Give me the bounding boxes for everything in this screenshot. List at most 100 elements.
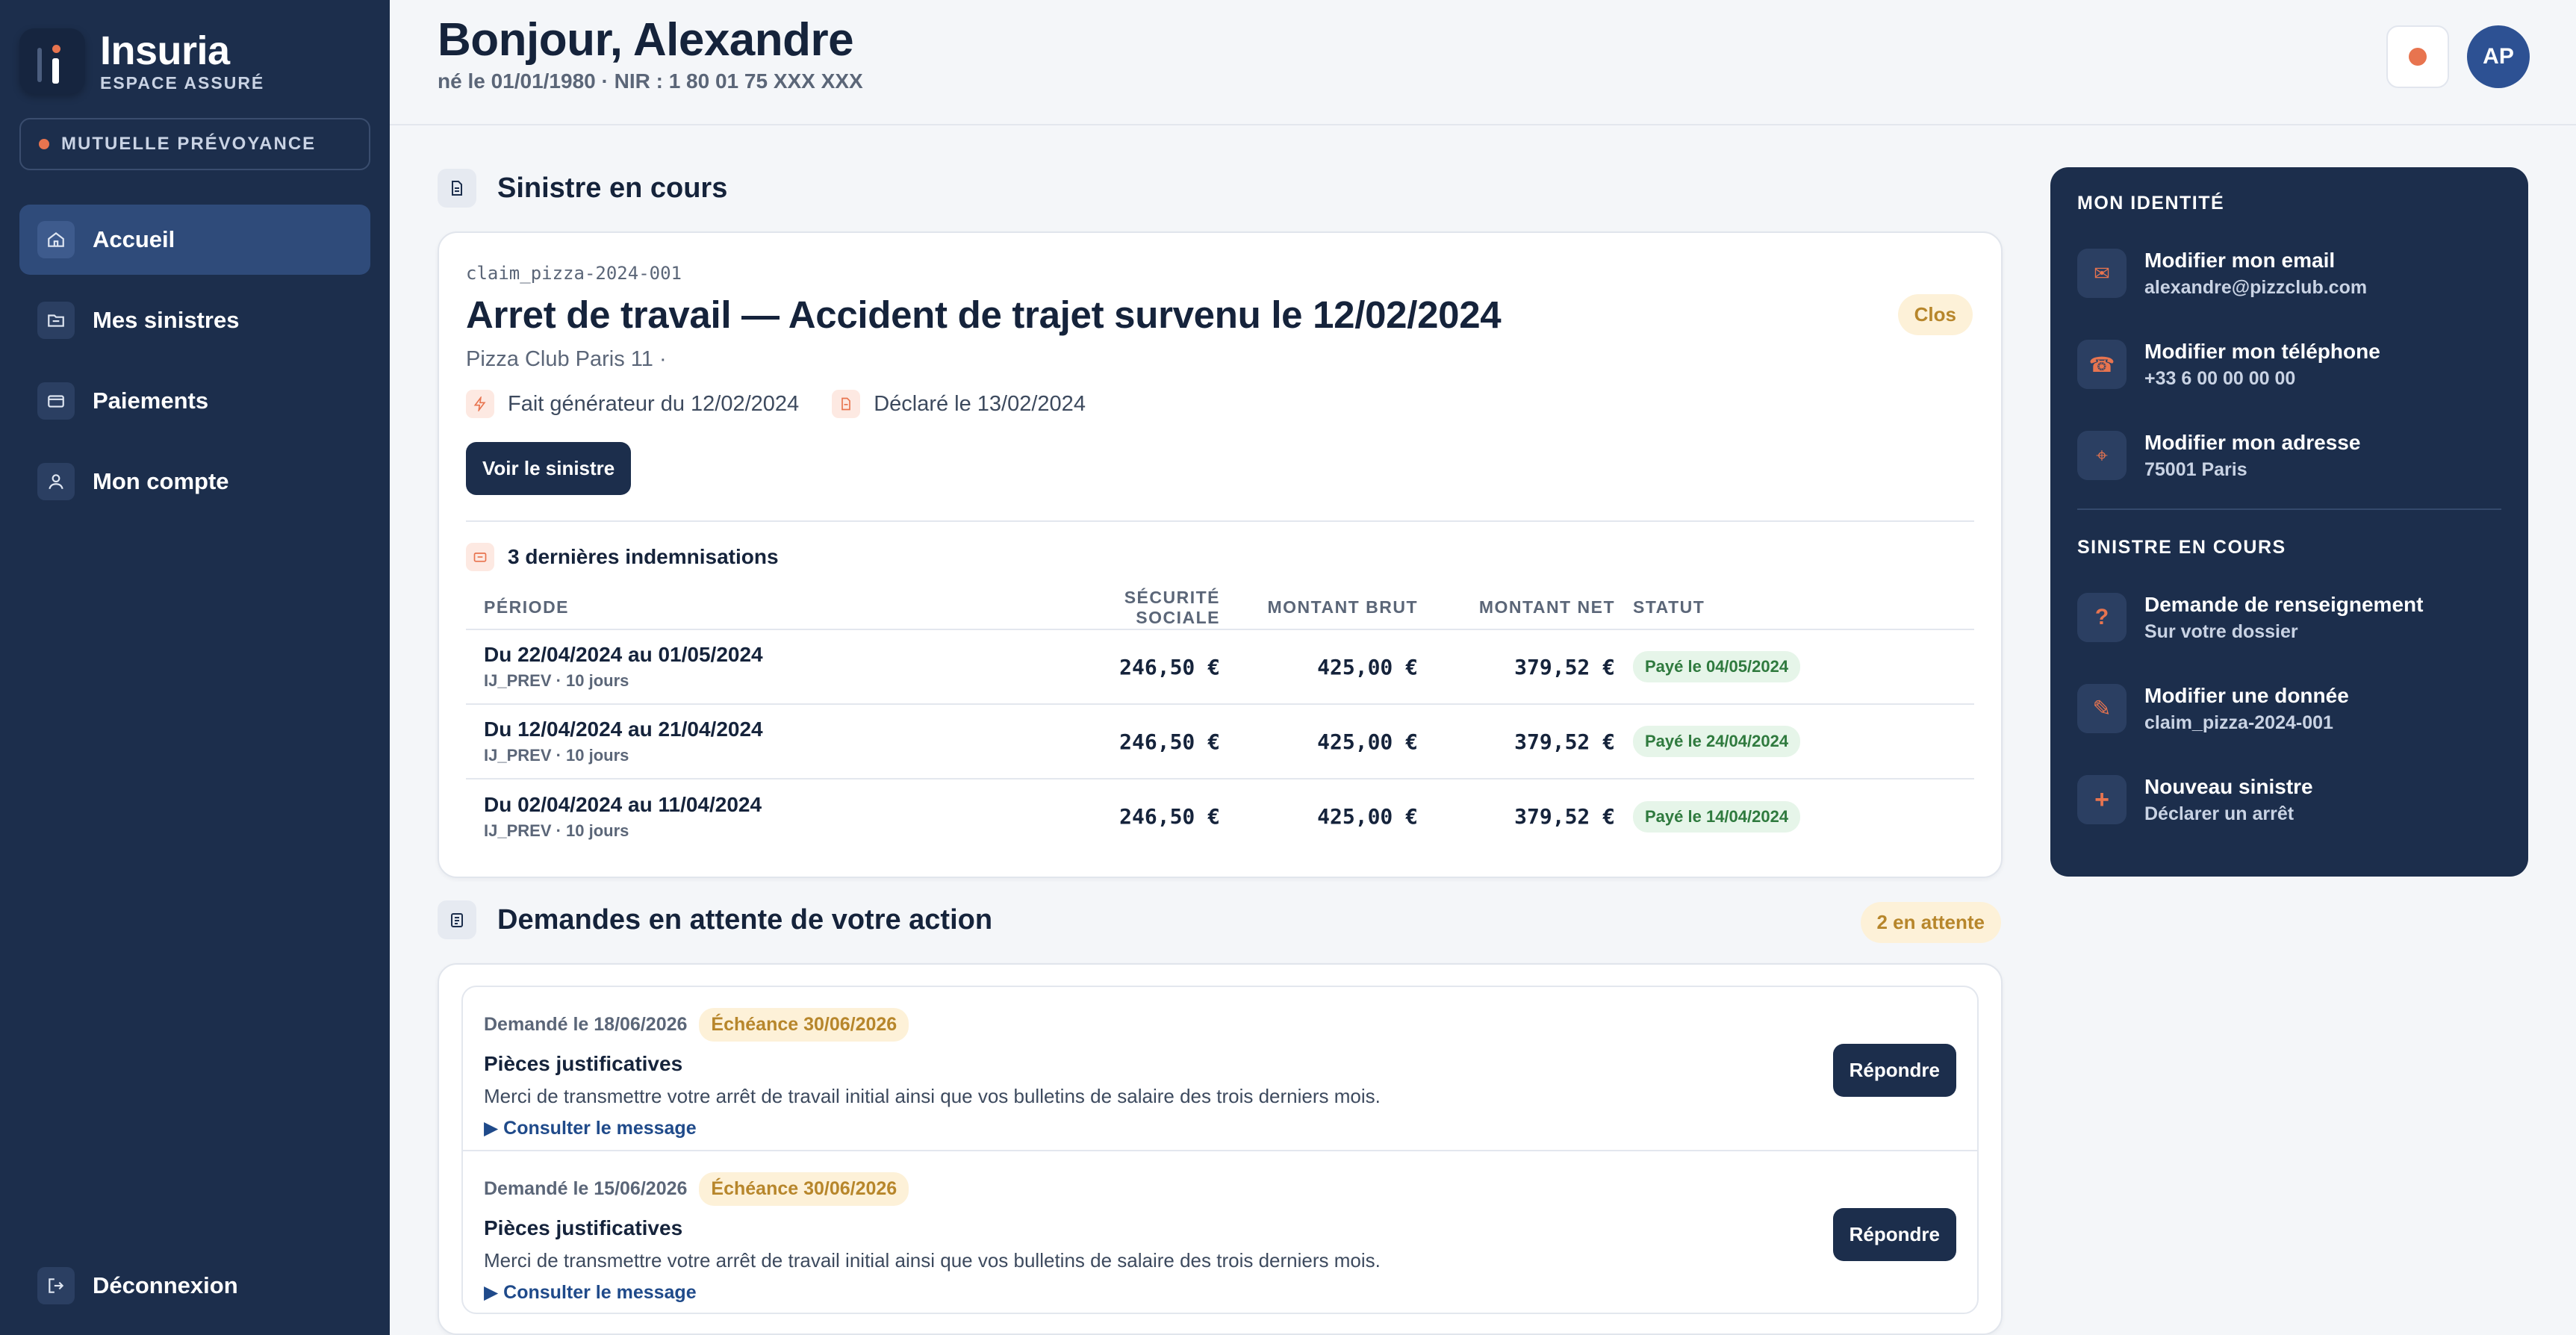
folder-icon — [37, 302, 75, 339]
column-header: PÉRIODE — [466, 586, 1048, 630]
request-description: Merci de transmettre votre arrêt de trav… — [484, 1249, 1381, 1272]
logout-label: Déconnexion — [93, 1272, 238, 1298]
edit-email-action[interactable]: ✉ Modifier mon email alexandre@pizzclub.… — [2077, 228, 2501, 319]
logout-button[interactable]: Déconnexion — [19, 1256, 238, 1316]
securite-sociale-amount: 246,50 € — [1048, 629, 1220, 705]
action-title: Demande de renseignement — [2144, 592, 2424, 616]
column-header: SÉCURITÉ SOCIALE — [1048, 586, 1220, 630]
claim-id: claim_pizza-2024-001 — [466, 263, 682, 284]
gross-amount: 425,00 € — [1220, 704, 1418, 779]
view-message-link[interactable]: ▶ Consulter le message — [484, 1117, 1956, 1139]
section-title: Sinistre en cours — [497, 172, 728, 204]
information-request-action[interactable]: ? Demande de renseignement Sur votre dos… — [2077, 572, 2501, 663]
table-header-row: PÉRIODE SÉCURITÉ SOCIALE MONTANT BRUT MO… — [466, 586, 1974, 630]
request-description: Merci de transmettre votre arrêt de trav… — [484, 1085, 1381, 1107]
period-label: Du 22/04/2024 au 01/05/2024 — [484, 643, 763, 666]
claim-card: claim_pizza-2024-001 Arret de travail — … — [438, 231, 2003, 878]
avatar[interactable]: AP — [2467, 25, 2530, 88]
sidebar-item-mes-sinistres[interactable]: Mes sinistres — [19, 285, 370, 355]
claim-title: Arret de travail — Accident de trajet su… — [466, 293, 1502, 336]
period-detail: IJ_PREV · 10 jours — [484, 746, 629, 765]
page-header: Bonjour, Alexandre né le 01/01/1980 · NI… — [438, 13, 863, 93]
action-title: Nouveau sinistre — [2144, 774, 2313, 798]
header-divider — [390, 124, 2576, 125]
sidebar-item-accueil[interactable]: Accueil — [19, 205, 370, 275]
notification-dot-icon — [2409, 48, 2427, 66]
action-title: Modifier mon adresse — [2144, 430, 2361, 454]
phone-icon: ☎ — [2077, 340, 2127, 389]
view-message-link[interactable]: ▶ Consulter le message — [484, 1281, 1956, 1304]
action-subtitle: Sur votre dossier — [2144, 620, 2298, 642]
status-dot-icon — [39, 139, 49, 149]
sidebar-item-label: Mes sinistres — [93, 307, 240, 333]
action-subtitle: claim_pizza-2024-001 — [2144, 712, 2333, 733]
due-date-badge: Échéance 30/06/2026 — [699, 1008, 909, 1042]
brand-subtitle: ESPACE ASSURÉ — [100, 72, 265, 93]
sidebar-nav: Accueil Mes sinistres Paiements Mon comp… — [0, 205, 390, 527]
page-title: Bonjour, Alexandre — [438, 14, 854, 66]
lightning-icon — [466, 390, 494, 418]
edit-phone-action[interactable]: ☎ Modifier mon téléphone +33 6 00 00 00 … — [2077, 319, 2501, 410]
pencil-icon: ✎ — [2077, 684, 2127, 733]
reply-button[interactable]: Répondre — [1832, 1208, 1956, 1261]
sidebar-item-paiements[interactable]: Paiements — [19, 366, 370, 436]
header-actions: AP — [2386, 25, 2530, 88]
status-badge: Payé le 24/04/2024 — [1633, 726, 1801, 757]
plus-icon: + — [2077, 775, 2127, 824]
action-subtitle: 75001 Paris — [2144, 458, 2247, 480]
sidebar-item-label: Paiements — [93, 388, 209, 414]
sidebar-item-label: Accueil — [93, 226, 175, 252]
document-icon — [832, 390, 861, 418]
request-title: Pièces justificatives — [484, 1216, 683, 1239]
request-date: Demandé le 18/06/2026 — [484, 1014, 688, 1035]
sidebar-item-label: Mon compte — [93, 468, 229, 494]
net-amount: 379,52 € — [1514, 804, 1615, 829]
claim-declared-date: Déclaré le 13/02/2024 — [874, 391, 1086, 416]
status-badge: Payé le 04/05/2024 — [1633, 651, 1801, 682]
question-icon: ? — [2077, 593, 2127, 642]
list-item: Demandé le 18/06/2026 Échéance 30/06/202… — [463, 987, 1977, 1150]
table-row[interactable]: Du 12/04/2024 au 21/04/2024 IJ_PREV · 10… — [466, 704, 1974, 779]
payment-icon — [466, 543, 494, 571]
gross-amount: 425,00 € — [1317, 804, 1418, 829]
action-title: Modifier mon téléphone — [2144, 339, 2380, 363]
column-header: MONTANT BRUT — [1220, 586, 1418, 630]
sidebar-item-mon-compte[interactable]: Mon compte — [19, 446, 370, 517]
reply-button[interactable]: Répondre — [1832, 1044, 1956, 1097]
indemnisations-heading: 3 dernières indemnisations — [466, 543, 1974, 571]
panel-divider — [2077, 508, 2501, 510]
section-title: Demandes en attente de votre action — [497, 903, 993, 936]
notification-button[interactable] — [2386, 25, 2449, 88]
edit-data-action[interactable]: ✎ Modifier une donnée claim_pizza-2024-0… — [2077, 663, 2501, 754]
status-badge: Clos — [1897, 294, 1973, 335]
request-date: Demandé le 15/06/2026 — [484, 1178, 688, 1199]
claim-meta: Fait générateur du 12/02/2024 Déclaré le… — [466, 390, 1974, 418]
pending-count-badge: 2 en attente — [1860, 902, 2001, 943]
request-title: Pièces justificatives — [484, 1052, 683, 1075]
action-subtitle: alexandre@pizzclub.com — [2144, 276, 2368, 298]
requests-card: Demandé le 18/06/2026 Échéance 30/06/202… — [438, 963, 2003, 1335]
user-identity-line: né le 01/01/1980 · NIR : 1 80 01 75 XXX … — [438, 69, 863, 93]
new-claim-action[interactable]: + Nouveau sinistre Déclarer un arrêt — [2077, 754, 2501, 845]
requests-section-heading: Demandes en attente de votre action — [438, 900, 992, 939]
quick-actions-panel: MON IDENTITÉ ✉ Modifier mon email alexan… — [2050, 167, 2528, 877]
table-row[interactable]: Du 02/04/2024 au 11/04/2024 IJ_PREV · 10… — [466, 779, 1974, 853]
claim-section-heading: Sinistre en cours — [438, 169, 727, 208]
table-row[interactable]: Du 22/04/2024 au 01/05/2024 IJ_PREV · 10… — [466, 629, 1974, 705]
clipboard-icon — [438, 900, 476, 939]
net-amount: 379,52 € — [1418, 629, 1615, 705]
view-claim-button[interactable]: Voir le sinistre — [466, 442, 632, 495]
wallet-icon — [37, 382, 75, 420]
claim-company: Pizza Club Paris 11 · — [466, 347, 667, 371]
brand-name: Insuria — [100, 28, 230, 73]
brand[interactable]: Insuria ESPACE ASSURÉ — [0, 0, 390, 102]
location-icon: ⌖ — [2077, 431, 2127, 480]
gross-amount: 425,00 € — [1220, 629, 1418, 705]
period-detail: IJ_PREV · 10 jours — [484, 821, 629, 840]
mutuelle-selector[interactable]: MUTUELLE PRÉVOYANCE — [19, 118, 370, 170]
action-title: Modifier une donnée — [2144, 683, 2349, 707]
column-header: STATUT — [1615, 586, 1974, 630]
edit-address-action[interactable]: ⌖ Modifier mon adresse 75001 Paris — [2077, 410, 2501, 501]
period-label: Du 12/04/2024 au 21/04/2024 — [484, 718, 763, 741]
document-icon — [438, 169, 476, 208]
